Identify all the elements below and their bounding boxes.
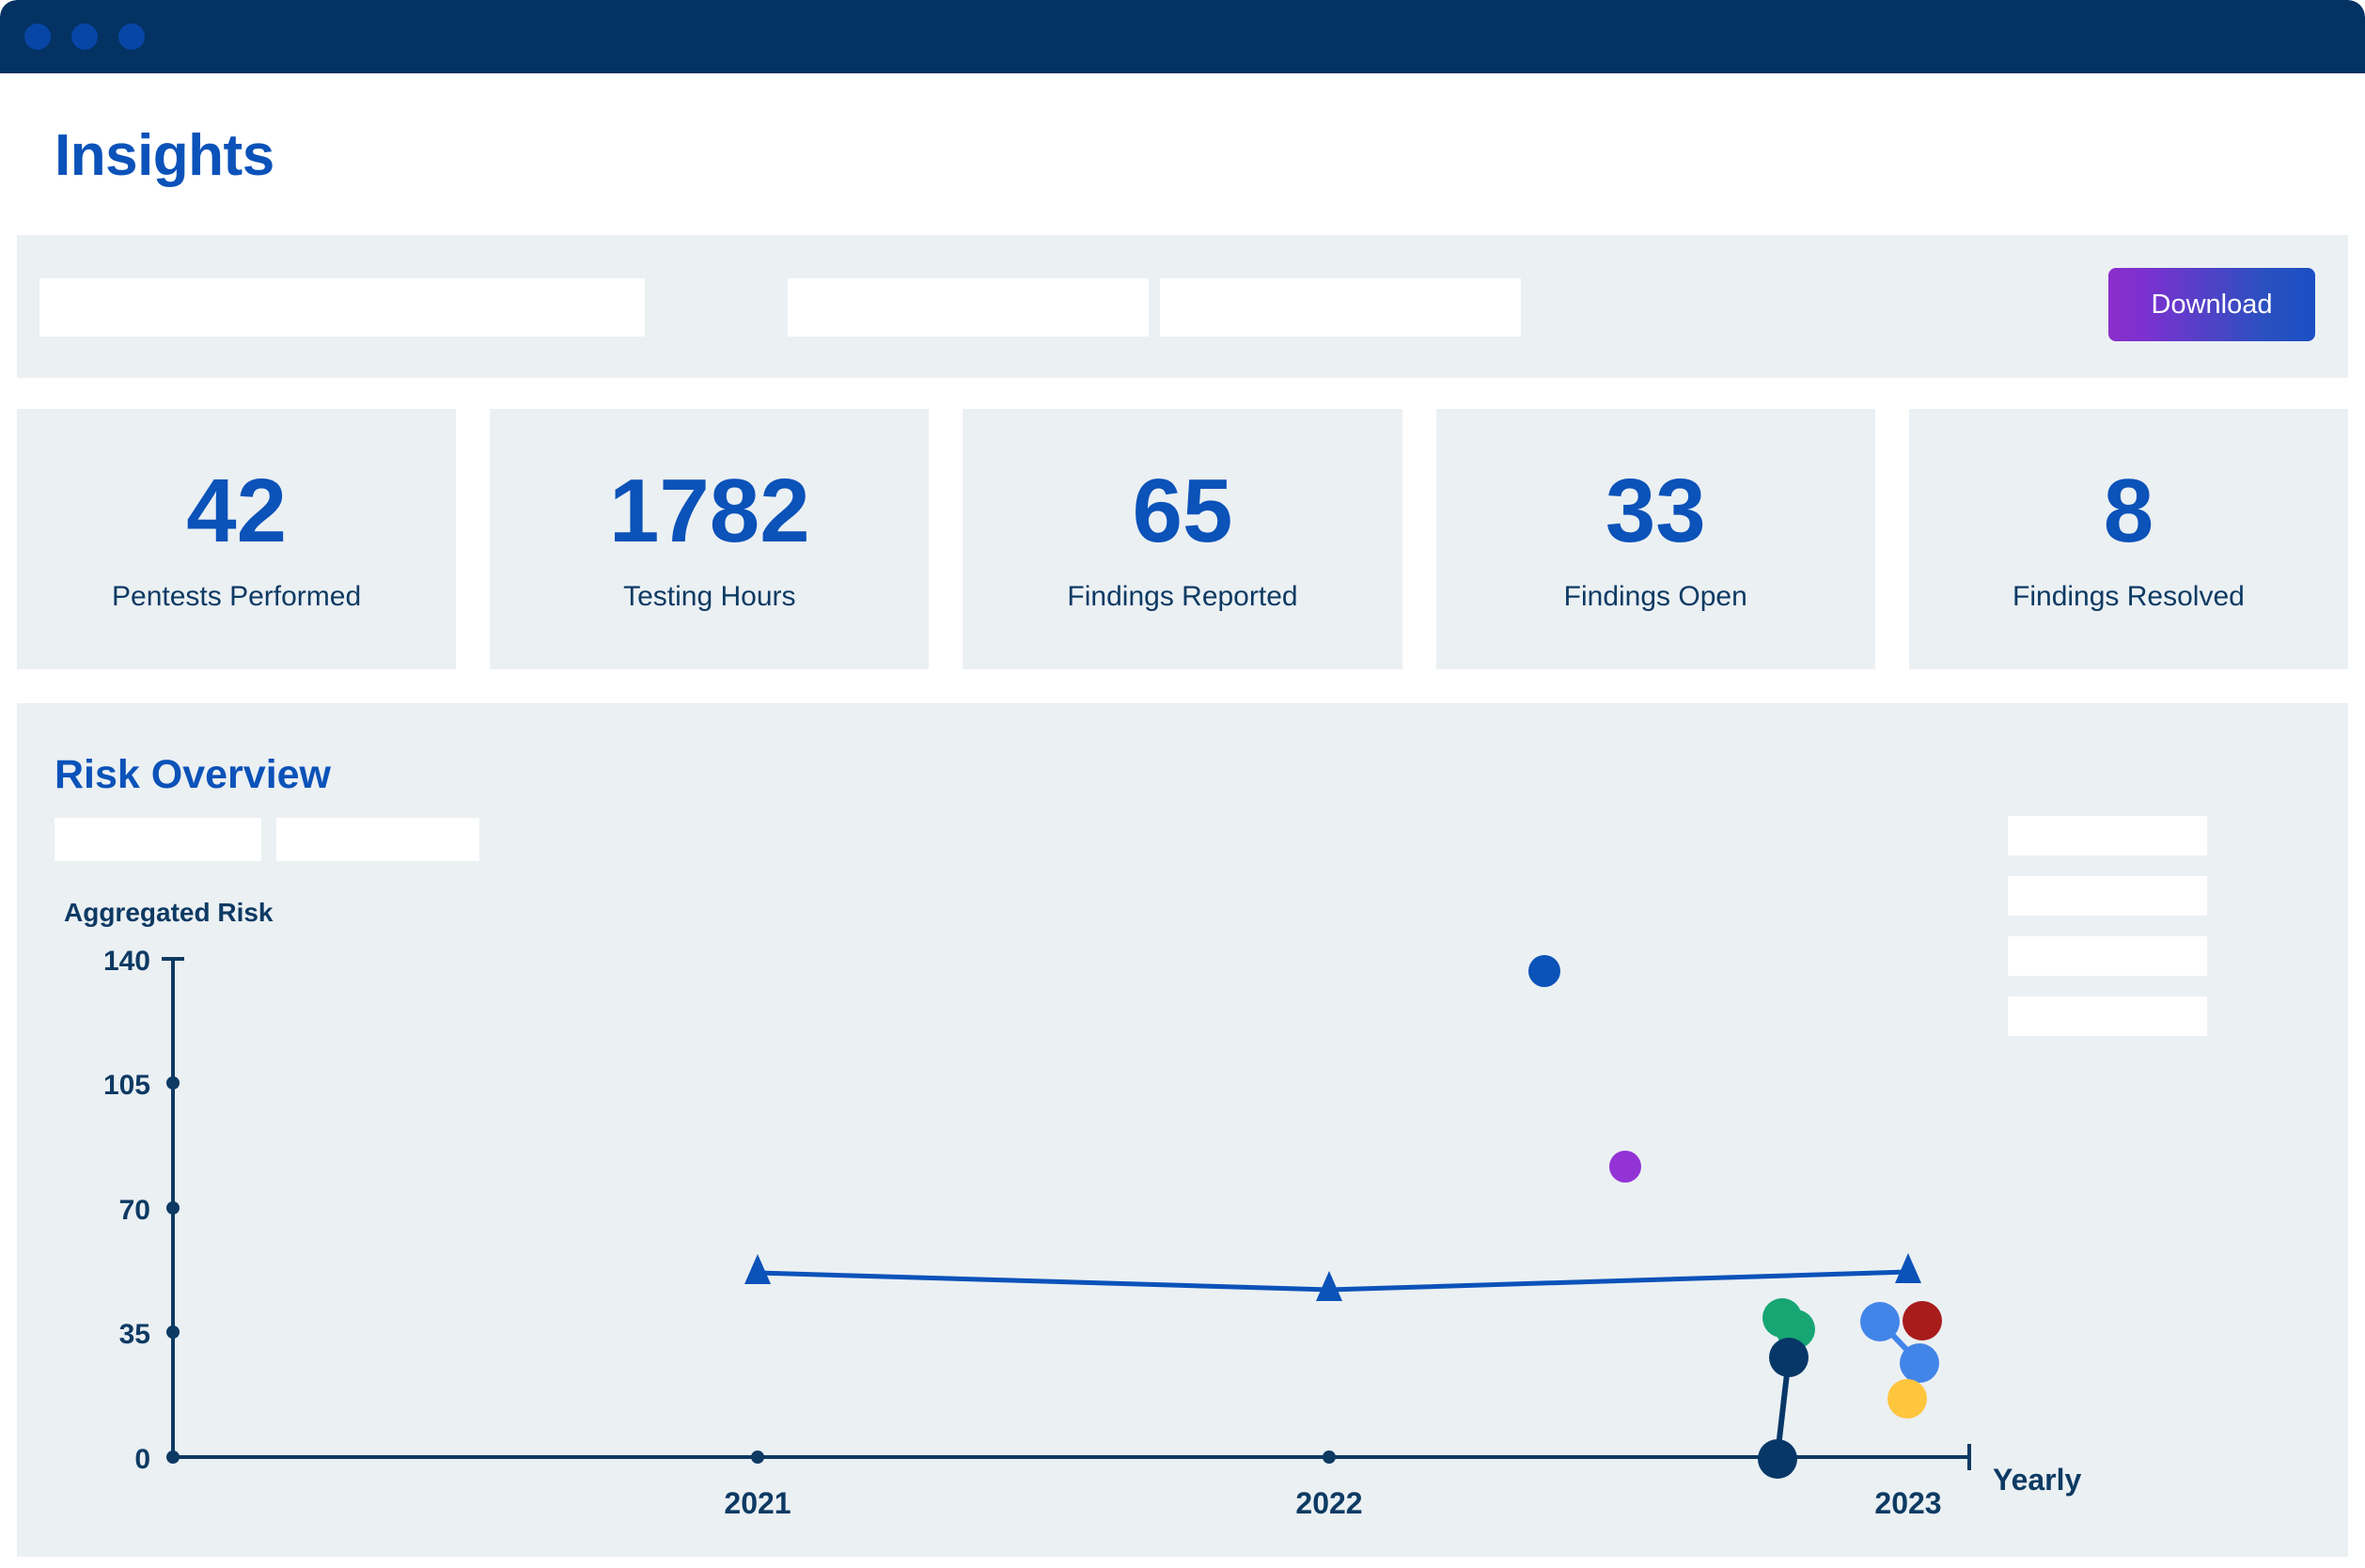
app-window: Insights Download 42 Pentests Performed …: [0, 0, 2365, 1568]
chart-trend-marker-2021[interactable]: [744, 1254, 771, 1284]
stat-label: Findings Open: [1563, 580, 1747, 612]
chart-x-tick-label: 2021: [724, 1486, 791, 1520]
stat-value: 1782: [609, 460, 810, 561]
chart-y-tick-35: [166, 1325, 180, 1339]
chart-y-tick-label: 140: [103, 946, 150, 977]
stat-label: Testing Hours: [623, 580, 796, 612]
chart-y-tick-label: 35: [119, 1319, 150, 1350]
chart-trend-marker-2023[interactable]: [1895, 1253, 1921, 1283]
chart-point-light-blue-2[interactable]: [1900, 1343, 1939, 1383]
stat-value: 65: [1132, 460, 1233, 561]
chart-point-light-blue-1[interactable]: [1860, 1302, 1900, 1341]
stat-card-findings-open: 33 Findings Open: [1435, 409, 1875, 669]
window-dot-minimize-icon[interactable]: [71, 24, 98, 50]
chart-point-navy-1[interactable]: [1769, 1338, 1809, 1377]
chart-point-dark-blue[interactable]: [1528, 955, 1560, 987]
stat-card-pentests-performed: 42 Pentests Performed: [17, 409, 457, 669]
chart-x-axis-title: Yearly: [1993, 1463, 2082, 1497]
filter-secondary-input[interactable]: [788, 278, 1149, 337]
chart-y-tick-0: [166, 1450, 180, 1464]
chart-x-tick-2021: [751, 1450, 764, 1464]
chart-y-tick-105: [166, 1076, 180, 1090]
chart-trend-marker-2022[interactable]: [1316, 1271, 1342, 1301]
filter-tertiary-input[interactable]: [1160, 278, 1521, 337]
stat-card-testing-hours: 1782 Testing Hours: [490, 409, 930, 669]
stat-value: 42: [186, 460, 287, 561]
stat-value: 8: [2103, 460, 2154, 561]
chart-y-tick-label: 0: [134, 1444, 150, 1475]
stat-label: Pentests Performed: [112, 580, 362, 612]
chart-x-tick-label: 2022: [1295, 1486, 1362, 1520]
chart-point-purple[interactable]: [1609, 1151, 1641, 1183]
stat-label: Findings Resolved: [2013, 580, 2245, 612]
chart-point-navy-2[interactable]: [1758, 1439, 1797, 1479]
download-button[interactable]: Download: [2108, 268, 2315, 341]
filter-primary-input[interactable]: [39, 278, 645, 337]
window-dot-close-icon[interactable]: [24, 24, 51, 50]
chart-x-tick-2022: [1323, 1450, 1336, 1464]
chart-y-tick-70: [166, 1201, 180, 1215]
page-title: Insights: [55, 123, 274, 188]
window-titlebar: [0, 0, 2365, 73]
chart-y-tick-label: 105: [103, 1070, 150, 1101]
chart-point-red[interactable]: [1903, 1301, 1942, 1341]
stat-card-findings-reported: 65 Findings Reported: [963, 409, 1402, 669]
chart-y-tick-label: 70: [119, 1195, 150, 1226]
stat-card-findings-resolved: 8 Findings Resolved: [1908, 409, 2349, 669]
chart-point-yellow[interactable]: [1887, 1379, 1927, 1419]
window-dot-maximize-icon[interactable]: [118, 24, 145, 50]
stat-card-row: 42 Pentests Performed 1782 Testing Hours…: [17, 409, 2349, 669]
stat-value: 33: [1605, 460, 1706, 561]
chart-x-tick-label: 2023: [1874, 1486, 1941, 1520]
stat-label: Findings Reported: [1067, 580, 1298, 612]
risk-overview-chart: 140 105 70 35 0 2021 2022 2023 Yearly: [103, 946, 2082, 1520]
